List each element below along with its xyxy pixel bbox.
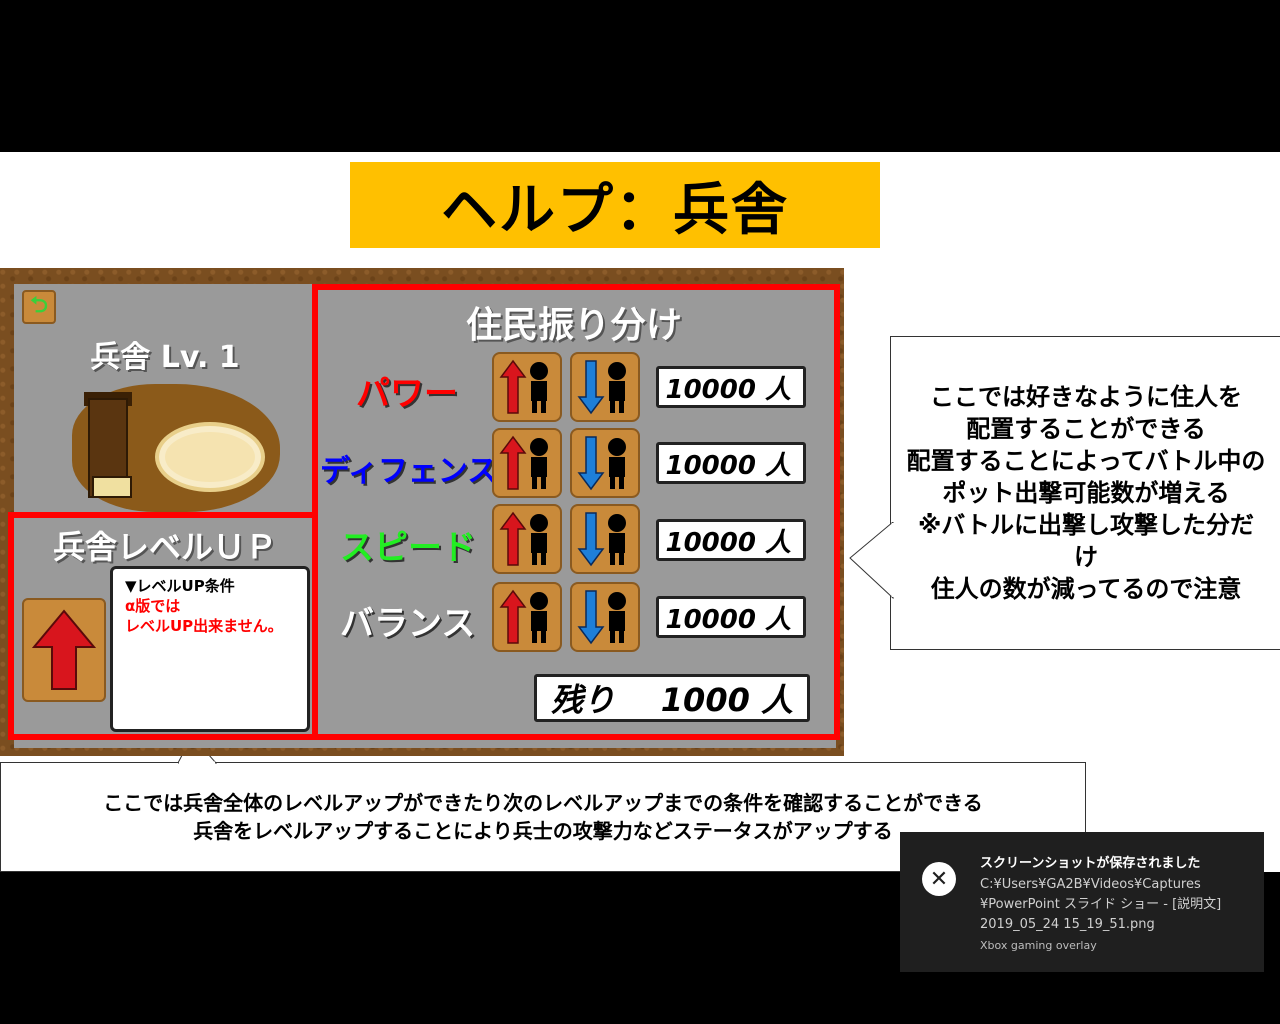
defense-up-button[interactable] — [492, 428, 562, 498]
callout-bottom-line: ここでは兵舎全体のレベルアップができたり次のレベルアップまでの条件を確認すること… — [103, 791, 983, 815]
plaza-icon — [155, 422, 265, 492]
balance-down-button[interactable] — [570, 582, 640, 652]
barracks-level-title: 兵舎 Lv. 1 — [90, 340, 240, 375]
remove-resident-icon — [577, 512, 626, 567]
hut-icon — [92, 476, 132, 498]
add-resident-icon — [499, 589, 548, 644]
remove-resident-icon — [577, 360, 626, 415]
remove-resident-icon — [577, 436, 626, 491]
callout-bottom-line: 兵舎をレベルアップすることにより兵士の攻撃力などステータスがアップする — [193, 819, 893, 843]
add-resident-icon — [499, 435, 548, 490]
remaining-residents: 残り 1000 人 — [534, 674, 810, 722]
title-box: ヘルプ：兵舎 — [350, 162, 880, 248]
condition-heading: ▼レベルUP条件 — [125, 577, 235, 595]
callout-allocation-note: ここでは好きなように住人を 配置することができる 配置することによってバトル中の… — [890, 336, 1280, 650]
remaining-label: 残り — [551, 681, 616, 719]
stat-label-speed: スピード — [340, 528, 476, 568]
remove-resident-icon — [577, 590, 626, 645]
callout-right-line: ※バトルに出撃し攻撃した分だ — [917, 511, 1255, 539]
power-up-button[interactable] — [492, 352, 562, 422]
power-count: 10000 人 — [656, 366, 806, 408]
levelup-condition-box: ▼レベルUP条件 α版では レベルUP出来ません。 — [110, 566, 310, 732]
add-resident-icon — [499, 511, 548, 566]
stat-label-defense: ディフェンス — [320, 454, 498, 489]
speed-up-button[interactable] — [492, 504, 562, 574]
toast-filename: 2019_05_24 15_19_51.png — [980, 917, 1155, 932]
back-button[interactable]: ⮌ — [22, 290, 56, 324]
balance-count: 10000 人 — [656, 596, 806, 638]
levelup-button[interactable] — [22, 598, 106, 702]
balance-up-button[interactable] — [492, 582, 562, 652]
callout-right-line: 配置することができる — [966, 415, 1206, 443]
condition-line: α版では — [125, 597, 181, 615]
screenshot-saved-toast[interactable]: ✕ スクリーンショットが保存されました C:¥Users¥GA2B¥Videos… — [900, 832, 1264, 972]
power-down-button[interactable] — [570, 352, 640, 422]
levelup-title: 兵舎レベルＵＰ — [52, 528, 277, 566]
stat-label-power: パワー — [356, 374, 458, 414]
defense-down-button[interactable] — [570, 428, 640, 498]
toast-path-line: ¥PowerPoint スライド ショー - [説明文] — [980, 897, 1222, 912]
callout-right-line: け — [1074, 543, 1098, 571]
callout-right-line: 住人の数が減ってるので注意 — [930, 575, 1242, 603]
speed-down-button[interactable] — [570, 504, 640, 574]
stat-label-balance: バランス — [340, 604, 476, 644]
callout-right-line: 配置することによってバトル中の — [906, 447, 1266, 475]
allocation-title: 住民振り分け — [465, 305, 682, 346]
toast-path-line: C:¥Users¥GA2B¥Videos¥Captures — [980, 877, 1201, 892]
callout-right-line: ここでは好きなように住人を — [930, 383, 1242, 411]
toast-app-name: Xbox gaming overlay — [980, 939, 1097, 952]
slide-title: ヘルプ：兵舎 — [441, 177, 789, 243]
up-arrow-icon — [32, 609, 96, 690]
toast-title: スクリーンショットが保存されました — [980, 856, 1201, 871]
remaining-count: 1000 人 — [660, 681, 793, 719]
defense-count: 10000 人 — [656, 442, 806, 484]
speed-count: 10000 人 — [656, 519, 806, 561]
xbox-icon: ✕ — [922, 862, 956, 896]
back-arrow-icon: ⮌ — [30, 293, 48, 318]
add-resident-icon — [499, 359, 548, 414]
callout-right-tail — [849, 522, 894, 600]
callout-right-line: ポット出撃可能数が増える — [942, 479, 1230, 507]
condition-line: レベルUP出来ません。 — [125, 617, 283, 635]
